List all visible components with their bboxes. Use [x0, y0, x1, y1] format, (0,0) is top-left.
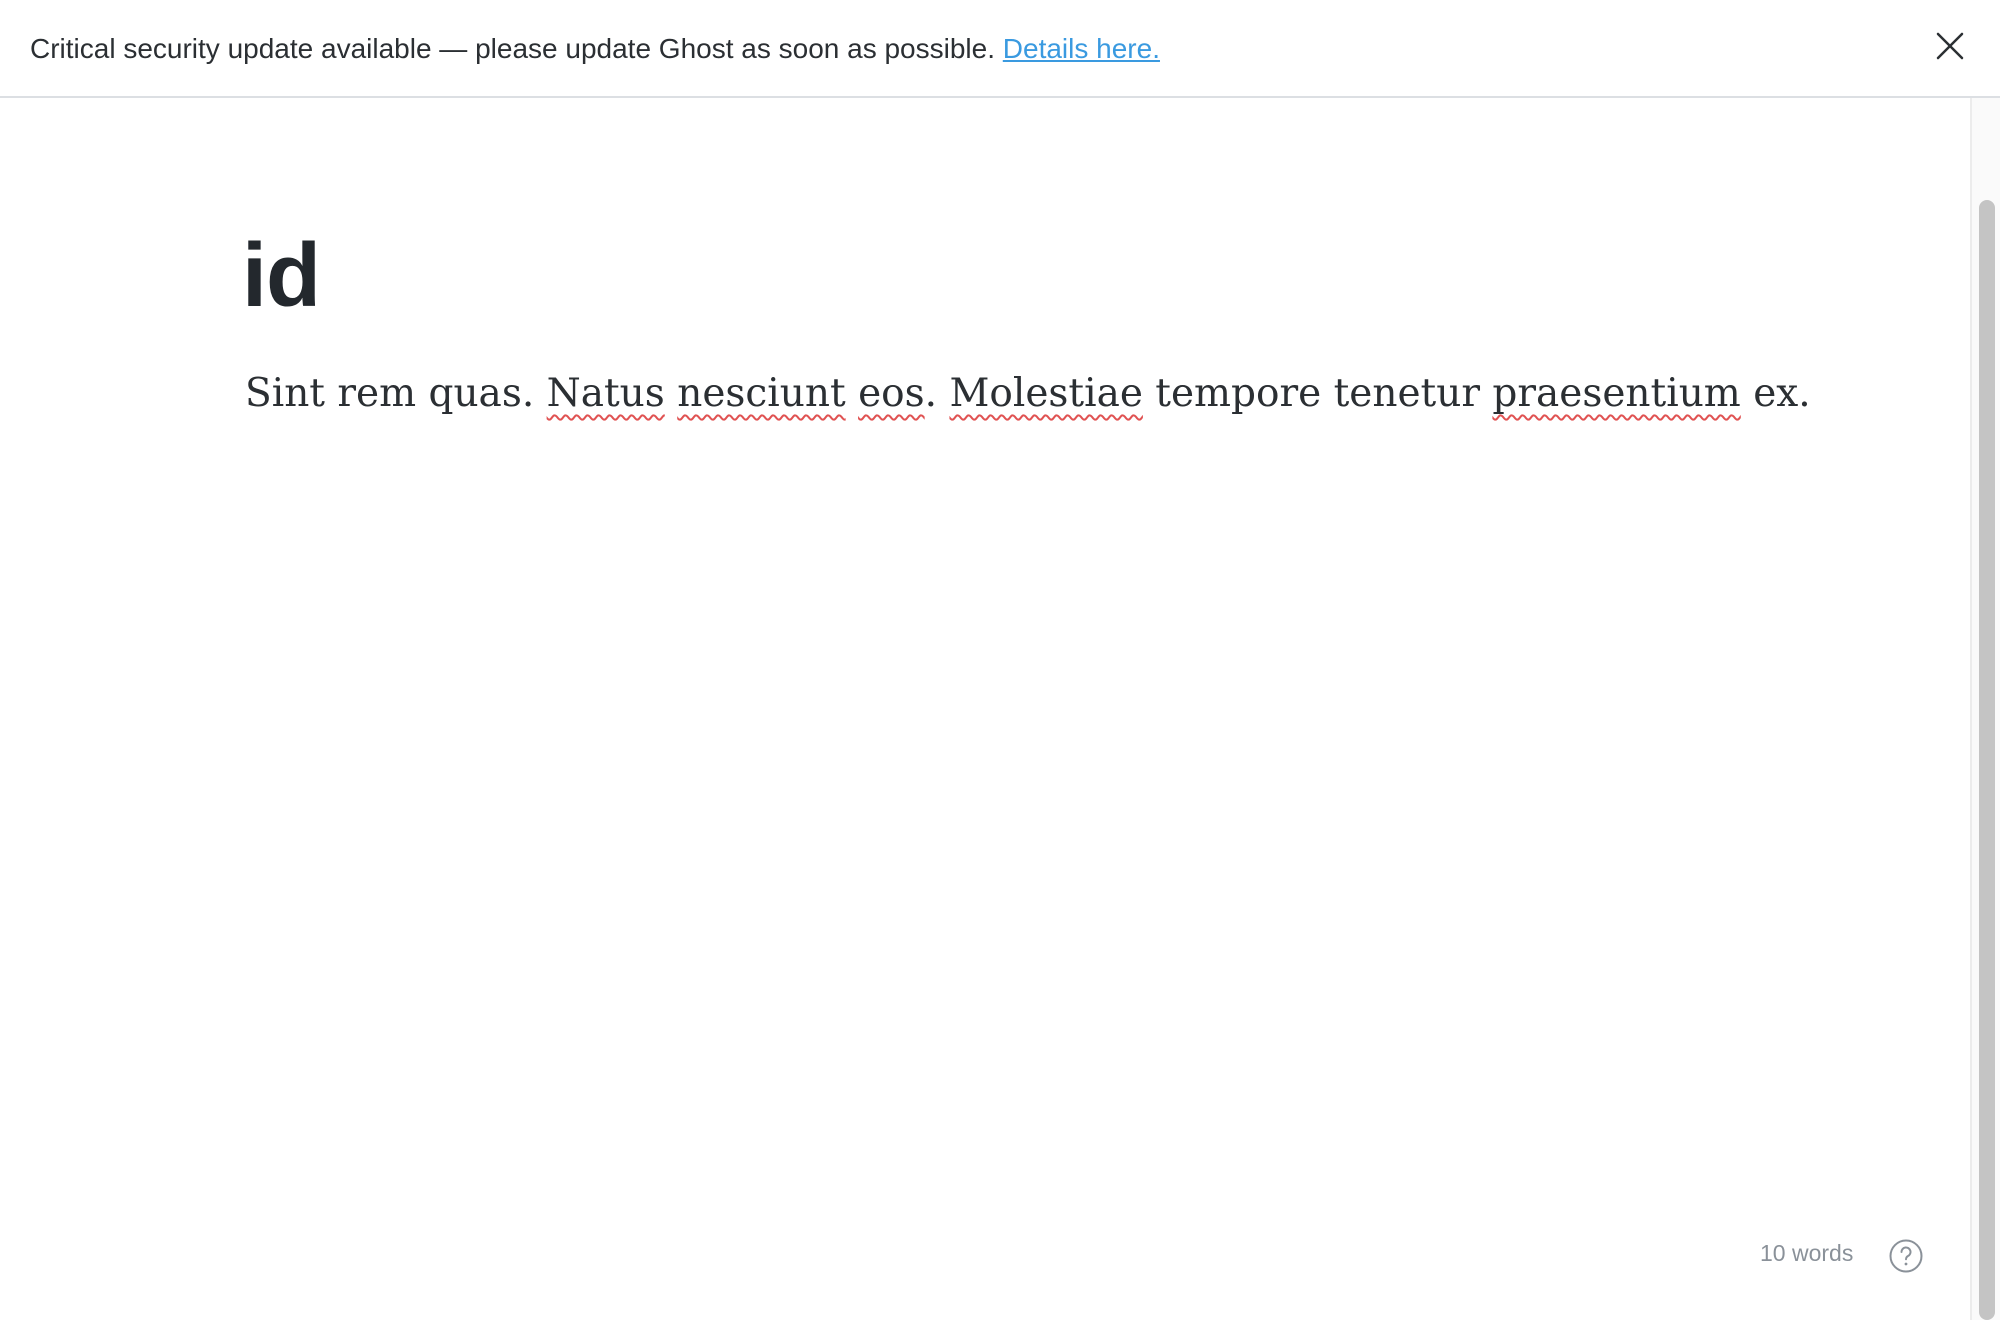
- post-body[interactable]: Sint rem quas. Natus nesciunt eos. Moles…: [245, 368, 1811, 420]
- word-count: 10 words: [1760, 1240, 1854, 1266]
- misspelled-word[interactable]: Natus: [547, 371, 665, 416]
- close-icon: [1936, 32, 1964, 60]
- banner-message: Critical security update available — ple…: [30, 33, 995, 64]
- body-text-segment: tempore tenetur: [1142, 371, 1493, 416]
- misspelled-word[interactable]: praesentium: [1492, 371, 1740, 416]
- details-link[interactable]: Details here.: [1003, 33, 1160, 64]
- banner-message-line: Critical security update available — ple…: [30, 30, 1160, 68]
- misspelled-word[interactable]: Molestiae: [949, 371, 1142, 416]
- help-circle-icon: [1889, 1239, 1923, 1273]
- misspelled-word[interactable]: nesciunt: [677, 371, 845, 416]
- body-text-segment: ex.: [1740, 371, 1811, 416]
- post-title[interactable]: id: [242, 226, 321, 326]
- body-text-segment: Sint rem quas.: [245, 371, 547, 416]
- help-button[interactable]: [1888, 1238, 1924, 1274]
- body-text-segment: [665, 371, 677, 416]
- close-banner-button[interactable]: [1930, 26, 1970, 66]
- misspelled-word[interactable]: eos: [858, 371, 925, 416]
- scrollbar-thumb[interactable]: [1979, 200, 1995, 1320]
- body-text-segment: .: [924, 371, 950, 416]
- editor-scrollbar[interactable]: [1970, 98, 2000, 1320]
- post-editor[interactable]: id Sint rem quas. Natus nesciunt eos. Mo…: [0, 98, 1970, 1320]
- body-text-segment: [846, 371, 858, 416]
- security-update-banner: Critical security update available — ple…: [0, 0, 2000, 98]
